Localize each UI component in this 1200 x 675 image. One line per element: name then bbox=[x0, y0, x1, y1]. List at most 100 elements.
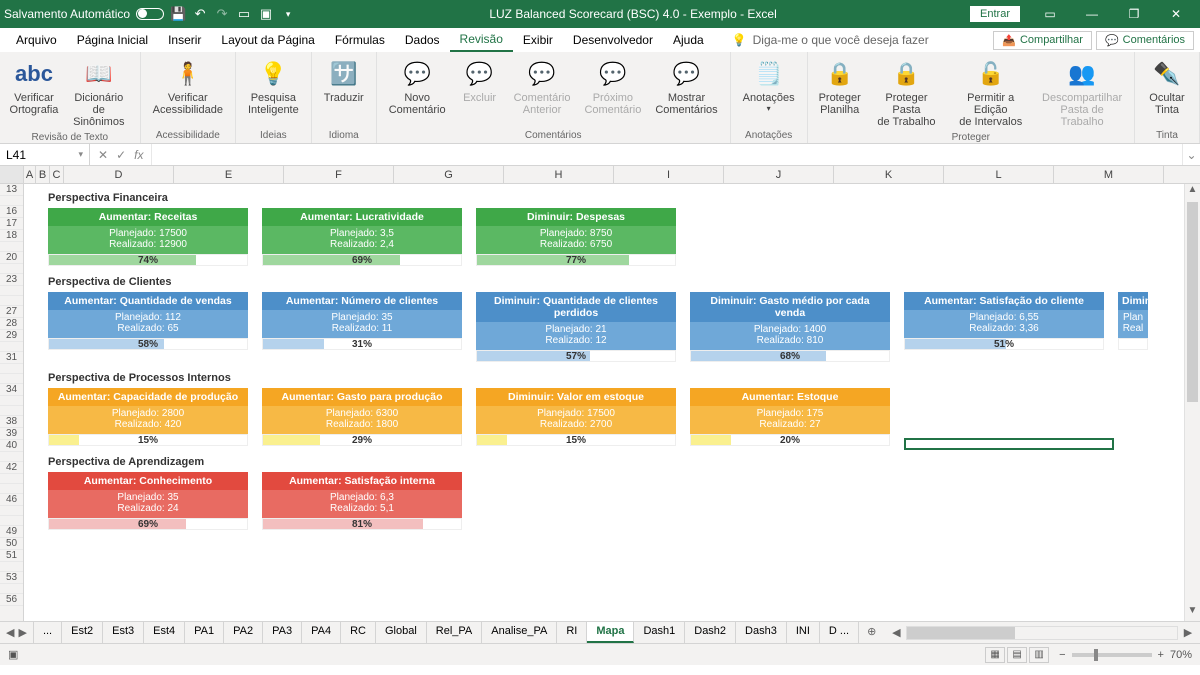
column-header[interactable]: D bbox=[64, 166, 174, 183]
scroll-down-icon[interactable]: ▼ bbox=[1185, 605, 1200, 621]
row-header[interactable] bbox=[0, 342, 23, 352]
vertical-scrollbar[interactable]: ▲ ▼ bbox=[1184, 184, 1200, 621]
hideink-button[interactable]: ✒️Ocultar Tinta bbox=[1141, 56, 1193, 118]
row-header[interactable] bbox=[0, 452, 23, 462]
sheet-tab[interactable]: Est4 bbox=[144, 622, 185, 643]
sheet-tab[interactable]: PA2 bbox=[224, 622, 263, 643]
save-icon[interactable]: 💾 bbox=[170, 6, 186, 22]
row-headers[interactable]: 1316171820232728293134383940424649505153… bbox=[0, 184, 24, 621]
row-header[interactable]: 38 bbox=[0, 416, 23, 428]
row-header[interactable]: 28 bbox=[0, 318, 23, 330]
tab-insert[interactable]: Inserir bbox=[158, 29, 211, 51]
translate-button[interactable]: 🈂️Traduzir bbox=[318, 56, 370, 106]
row-header[interactable]: 46 bbox=[0, 494, 23, 506]
thesaurus-button[interactable]: 📖Dicionário de Sinônimos bbox=[64, 56, 134, 130]
sheet-tab[interactable]: Mapa bbox=[587, 622, 634, 643]
column-header[interactable]: K bbox=[834, 166, 944, 183]
page-break-view-icon[interactable]: ▥ bbox=[1029, 647, 1049, 663]
autosave-toggle[interactable]: Salvamento Automático bbox=[4, 7, 164, 21]
normal-view-icon[interactable]: ▦ bbox=[985, 647, 1005, 663]
zoom-slider[interactable] bbox=[1072, 653, 1152, 657]
zoom-in-icon[interactable]: + bbox=[1158, 649, 1164, 661]
row-header[interactable] bbox=[0, 562, 23, 572]
maximize-icon[interactable]: ❐ bbox=[1114, 0, 1154, 28]
row-header[interactable] bbox=[0, 364, 23, 374]
row-header[interactable]: 42 bbox=[0, 462, 23, 474]
touch-mode-icon[interactable]: ▭ bbox=[236, 6, 252, 22]
sheet-tab[interactable]: Global bbox=[376, 622, 427, 643]
minimize-icon[interactable]: — bbox=[1072, 0, 1112, 28]
row-header[interactable]: 20 bbox=[0, 252, 23, 264]
tab-data[interactable]: Dados bbox=[395, 29, 450, 51]
row-header[interactable]: 56 bbox=[0, 594, 23, 606]
comments-button[interactable]: 💬Comentários bbox=[1096, 31, 1194, 50]
sheet-tab[interactable]: RC bbox=[341, 622, 376, 643]
row-header[interactable] bbox=[0, 396, 23, 406]
row-header[interactable] bbox=[0, 584, 23, 594]
column-header[interactable]: I bbox=[614, 166, 724, 183]
sheet-nav-next-icon[interactable]: ▶ bbox=[18, 626, 26, 639]
row-header[interactable] bbox=[0, 474, 23, 484]
row-header[interactable]: 17 bbox=[0, 218, 23, 230]
close-icon[interactable]: ✕ bbox=[1156, 0, 1196, 28]
sheet-tab[interactable]: PA1 bbox=[185, 622, 224, 643]
row-header[interactable]: 31 bbox=[0, 352, 23, 364]
notes-button[interactable]: 🗒️Anotações▾ bbox=[737, 56, 801, 115]
row-header[interactable]: 34 bbox=[0, 384, 23, 396]
row-header[interactable] bbox=[0, 406, 23, 416]
sheet-tab[interactable]: Est3 bbox=[103, 622, 144, 643]
column-header[interactable]: C bbox=[50, 166, 64, 183]
row-header[interactable]: 40 bbox=[0, 440, 23, 452]
tell-me-search[interactable]: 💡 Diga-me o que você deseja fazer bbox=[714, 33, 990, 47]
share-button[interactable]: 📤Compartilhar bbox=[993, 31, 1092, 50]
row-header[interactable]: 18 bbox=[0, 230, 23, 242]
accessibility-button[interactable]: 🧍Verificar Acessibilidade bbox=[147, 56, 229, 118]
tab-review[interactable]: Revisão bbox=[450, 28, 513, 52]
row-header[interactable]: 27 bbox=[0, 306, 23, 318]
row-header[interactable] bbox=[0, 286, 23, 296]
sheet-tab[interactable]: Dash1 bbox=[634, 622, 685, 643]
camera-icon[interactable]: ▣ bbox=[258, 6, 274, 22]
column-header[interactable]: H bbox=[504, 166, 614, 183]
spreadsheet-grid[interactable]: 1316171820232728293134383940424649505153… bbox=[0, 184, 1200, 621]
row-header[interactable]: 39 bbox=[0, 428, 23, 440]
tab-view[interactable]: Exibir bbox=[513, 29, 563, 51]
scroll-left-icon[interactable]: ◀ bbox=[888, 626, 904, 639]
column-header[interactable]: J bbox=[724, 166, 834, 183]
row-header[interactable]: 23 bbox=[0, 274, 23, 286]
newcomment-button[interactable]: 💬Novo Comentário bbox=[383, 56, 452, 118]
formula-input[interactable] bbox=[152, 144, 1182, 165]
tab-home[interactable]: Página Inicial bbox=[67, 29, 158, 51]
sheet-tab[interactable]: ... bbox=[34, 622, 62, 643]
showcomments-button[interactable]: 💬Mostrar Comentários bbox=[649, 56, 723, 118]
fx-icon[interactable]: fx bbox=[134, 148, 143, 162]
sheet-tab[interactable]: D ... bbox=[820, 622, 859, 643]
row-header[interactable] bbox=[0, 506, 23, 516]
sheet-tab[interactable]: Dash3 bbox=[736, 622, 787, 643]
scroll-right-icon[interactable]: ▶ bbox=[1180, 626, 1196, 639]
cancel-formula-icon[interactable]: ✕ bbox=[98, 148, 108, 162]
column-header[interactable]: E bbox=[174, 166, 284, 183]
signin-button[interactable]: Entrar bbox=[970, 6, 1020, 22]
column-header[interactable]: M bbox=[1054, 166, 1164, 183]
row-header[interactable] bbox=[0, 296, 23, 306]
sheet-tab[interactable]: INI bbox=[787, 622, 820, 643]
tab-file[interactable]: Arquivo bbox=[6, 29, 67, 51]
sheet-tab[interactable]: Rel_PA bbox=[427, 622, 482, 643]
row-header[interactable] bbox=[0, 374, 23, 384]
column-header[interactable]: B bbox=[36, 166, 50, 183]
row-header[interactable] bbox=[0, 264, 23, 274]
redo-icon[interactable]: ↷ bbox=[214, 6, 230, 22]
page-layout-view-icon[interactable]: ▤ bbox=[1007, 647, 1027, 663]
sheet-tab[interactable]: Dash2 bbox=[685, 622, 736, 643]
ribbon-options-icon[interactable]: ▭ bbox=[1030, 0, 1070, 28]
row-header[interactable]: 49 bbox=[0, 526, 23, 538]
hscroll-thumb[interactable] bbox=[907, 627, 1015, 639]
accept-formula-icon[interactable]: ✓ bbox=[116, 148, 126, 162]
zoom-control[interactable]: − + 70% bbox=[1059, 649, 1192, 661]
spellcheck-button[interactable]: abcVerificar Ortografia bbox=[6, 56, 62, 130]
row-header[interactable]: 51 bbox=[0, 550, 23, 562]
sheet-tab[interactable]: PA4 bbox=[302, 622, 341, 643]
tab-formulas[interactable]: Fórmulas bbox=[325, 29, 395, 51]
protectworkbook-button[interactable]: 🔒Proteger Pasta de Trabalho bbox=[868, 56, 946, 130]
